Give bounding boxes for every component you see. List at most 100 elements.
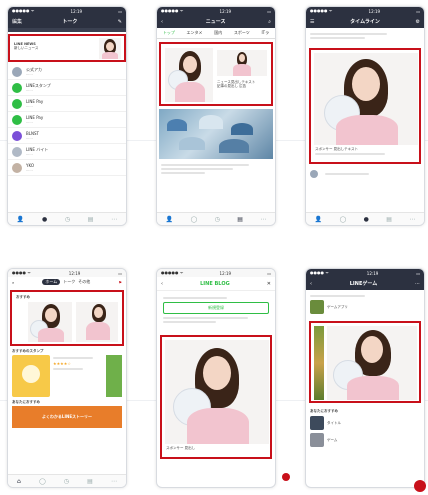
chat-preview: ......	[26, 71, 33, 76]
avatar	[12, 162, 22, 173]
chat-row[interactable]: YKO......	[8, 160, 126, 176]
game-icon	[310, 300, 324, 314]
talk-icon[interactable]: ◯	[340, 216, 347, 223]
more-icon[interactable]: ⋯	[260, 216, 266, 223]
phone-timeline: ●●●●● ᯤ 12:19 ▭ ☰ タイムライン ⚙ スポンサー 見出しテキスト…	[305, 6, 425, 226]
list-item-title: ゲーム	[327, 438, 338, 442]
nav-bar: 編集 トーク ✎	[8, 15, 126, 28]
more-icon[interactable]: ⋯	[111, 216, 117, 223]
news-icon[interactable]: ▤	[237, 216, 243, 223]
ad-banner[interactable]: LINE NEWS 新しいニュース	[8, 34, 126, 62]
chat-preview: ......	[26, 135, 33, 140]
ad-caption: スポンサー 見出しテキスト	[315, 147, 359, 151]
chat-row[interactable]: BLNST......	[8, 128, 126, 144]
ad-card[interactable]	[309, 321, 421, 403]
sticker-thumbnail[interactable]	[106, 355, 122, 397]
more-icon[interactable]: ⋯	[111, 478, 117, 485]
tab-entertainment[interactable]: エンタメ	[187, 30, 203, 36]
section-title: おすすめのスタンプ	[12, 349, 44, 353]
friends-icon[interactable]: 👤	[166, 216, 173, 223]
blog-logo: LINE BLOG	[200, 280, 230, 287]
tab-bar: 👤 ● ◷ ▤ ⋯	[8, 212, 126, 225]
chat-preview: ......	[26, 167, 33, 172]
tab-bar: 👤 ◯ ◷ ▤ ⋯	[157, 212, 275, 225]
news-tabs: トップ エンタメ 国内 スポーツ ITラ	[157, 28, 275, 39]
edit-button[interactable]: 編集	[12, 18, 22, 25]
chat-row[interactable]: 公式アカ......	[8, 64, 126, 80]
avatar	[12, 98, 22, 109]
chat-preview: ......	[26, 103, 33, 108]
friends-icon[interactable]: 👤	[315, 216, 322, 223]
rating-stars: ★★★★☆	[53, 361, 71, 366]
status-bar: ●●●● ᯤ 12:19 ▭	[8, 269, 126, 277]
tab-home[interactable]: ホーム	[42, 279, 61, 285]
decorative-dot	[414, 480, 426, 492]
battery-icon: ▭	[118, 270, 122, 276]
game-icon	[310, 416, 324, 430]
compose-icon[interactable]: ✎	[118, 19, 122, 25]
nav-title: LINEゲーム	[349, 281, 378, 287]
ad-photo	[327, 326, 417, 400]
register-button[interactable]: 新規登録	[163, 302, 269, 314]
ad-photo-small	[217, 50, 267, 76]
timeline-icon[interactable]: ◷	[65, 216, 70, 223]
timeline-icon[interactable]: ●	[364, 216, 369, 223]
more-icon[interactable]: ⋯	[415, 281, 420, 287]
status-bar: ●●●●● ᯤ 12:19 ▭	[8, 7, 126, 15]
talk-icon[interactable]: ◯	[191, 216, 198, 223]
friends-icon[interactable]: 👤	[17, 216, 24, 223]
tab-other[interactable]: その他	[78, 279, 90, 285]
news-icon[interactable]: ▤	[87, 478, 93, 485]
chat-row[interactable]: LINE Pay......	[8, 96, 126, 112]
tab-bar: ⌂ ◯ ◷ ▤ ⋯	[8, 474, 126, 487]
home-header: ⌕ ホーム トーク その他 ⚑	[8, 277, 126, 287]
ad-photo	[165, 48, 213, 102]
search-strip	[8, 28, 126, 32]
news-icon[interactable]: ▤	[386, 216, 392, 223]
chat-row[interactable]: LINE Pay......	[8, 112, 126, 128]
talk-icon[interactable]: ◯	[39, 478, 46, 485]
tab-talk[interactable]: トーク	[63, 279, 75, 285]
talk-icon[interactable]: ●	[42, 216, 47, 223]
sticker-thumbnail[interactable]	[12, 355, 50, 397]
close-icon[interactable]: ✕	[267, 281, 271, 287]
search-icon[interactable]: ⌕	[12, 280, 14, 285]
status-time: 12:19	[68, 270, 81, 276]
avatar	[12, 114, 22, 125]
home-icon[interactable]: ⌂	[17, 478, 21, 485]
ad-photo-small	[76, 302, 118, 342]
flag-icon[interactable]: ⚑	[118, 280, 122, 285]
chat-row[interactable]: LINEスタンプ......	[8, 80, 126, 96]
status-bar: ●●●●● ᯤ 12:19 ▭	[306, 7, 424, 15]
news-photo-umbrellas[interactable]	[159, 109, 273, 159]
search-icon[interactable]: ⌕	[268, 19, 271, 25]
status-time: 12:19	[219, 270, 232, 276]
ad-caption: スポンサー 見出し	[166, 446, 196, 450]
ad-card[interactable]: おすすめ	[10, 290, 124, 346]
ad-card[interactable]: スポンサー 見出しテキスト	[309, 48, 421, 164]
phone-games: ●●●● ᯤ 12:19 ▭ ‹ LINEゲーム ⋯ ゲームアプリ あなたにおす…	[305, 268, 425, 488]
tab-sports[interactable]: スポーツ	[234, 30, 250, 36]
ad-card[interactable]: ニュース見出しテキスト 記事の見出し 広告	[159, 42, 273, 106]
tab-it[interactable]: ITラ	[261, 30, 269, 36]
ad-card[interactable]: スポンサー 見出し	[160, 335, 272, 459]
tab-top[interactable]: トップ	[163, 30, 175, 36]
promo-banner[interactable]: よくわかるLINEストーリー	[12, 406, 122, 428]
tab-domestic[interactable]: 国内	[214, 30, 222, 36]
timeline-icon[interactable]: ◷	[215, 216, 220, 223]
list-item[interactable]: タイトル	[310, 416, 420, 430]
carrier-signal: ●●●● ᯤ	[12, 270, 31, 275]
news-icon[interactable]: ▤	[88, 216, 94, 223]
status-bar: ●●●●● ᯤ 12:19 ▭	[157, 269, 275, 277]
more-icon[interactable]: ⋯	[409, 216, 415, 223]
chat-preview: ......	[26, 119, 33, 124]
nav-bar: ☰ タイムライン ⚙	[306, 15, 424, 28]
settings-icon[interactable]: ⚙	[416, 19, 420, 25]
list-item[interactable]: ゲーム	[310, 433, 420, 447]
battery-icon: ▭	[118, 8, 122, 14]
timeline-icon[interactable]: ◷	[64, 478, 69, 485]
list-item[interactable]: ゲームアプリ	[310, 300, 420, 314]
status-time: 12:19	[366, 270, 379, 276]
chat-row[interactable]: LINE バイト......	[8, 144, 126, 160]
status-time: 12:19	[70, 8, 83, 14]
